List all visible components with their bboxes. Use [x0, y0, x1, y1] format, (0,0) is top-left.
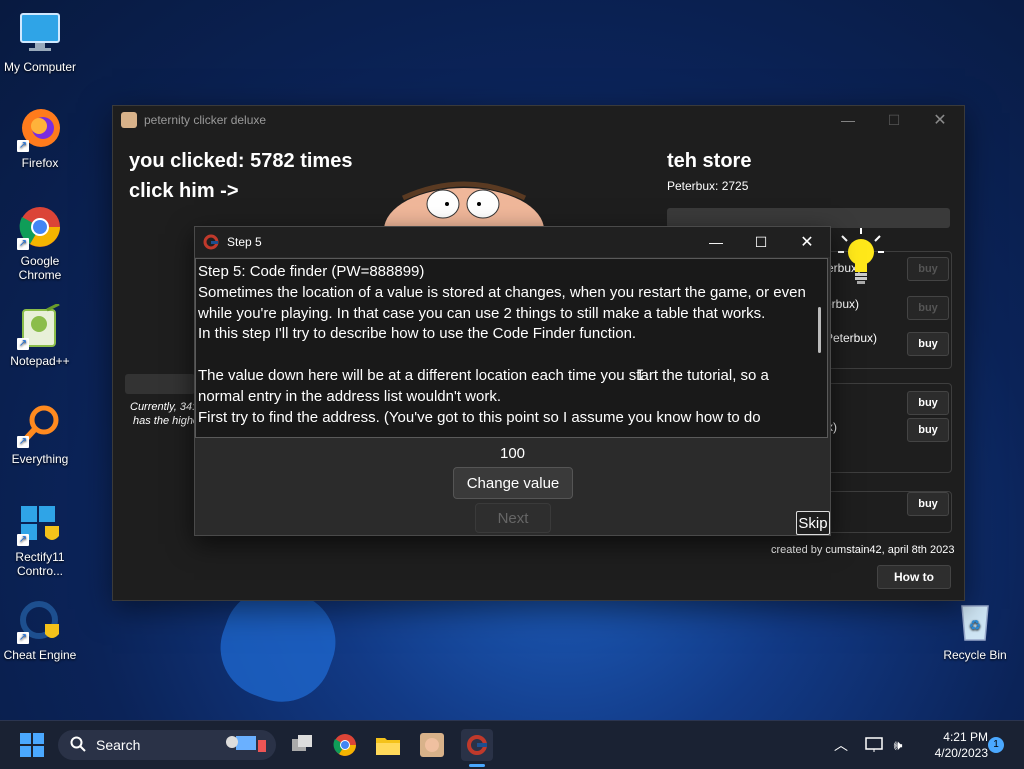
desktop-icon-label: Firefox: [21, 156, 59, 170]
next-button[interactable]: Next: [475, 503, 551, 533]
tutorial-text-line: The value down here will be at a differe…: [198, 366, 774, 405]
change-value-button[interactable]: Change value: [453, 467, 573, 499]
buy-button[interactable]: buy: [907, 257, 949, 281]
desktop-icon-label: Cheat Engine: [3, 648, 77, 662]
shortcut-arrow-icon: ↗: [17, 534, 29, 546]
desktop-icon-label: Recycle Bin: [943, 648, 1007, 662]
step5-dialog: Step 5 — ☐ ✕ Step 5: Code finder (PW=888…: [194, 226, 831, 536]
buy-button[interactable]: buy: [907, 296, 949, 320]
cheat-engine-taskbar-icon[interactable]: [461, 729, 493, 761]
tutorial-text-line: Sometimes the location of a value is sto…: [198, 283, 811, 322]
peter-app-icon: [121, 112, 137, 128]
desktop-icon-notepadpp[interactable]: ↗ Notepad++: [0, 302, 80, 368]
shortcut-arrow-icon: ↗: [17, 632, 29, 644]
skip-button[interactable]: Skip: [796, 511, 830, 535]
cheat-engine-icon: [203, 234, 219, 250]
monitor-icon: [17, 10, 63, 56]
recycle-bin-icon: ♻: [952, 598, 998, 644]
desktop-icon-label: My Computer: [3, 60, 77, 74]
peter-clicker-taskbar-icon[interactable]: [416, 729, 448, 761]
file-explorer-icon[interactable]: [372, 729, 404, 761]
desktop-icon-chrome[interactable]: ↗ Google Chrome: [0, 204, 80, 282]
store-title: teh store: [667, 150, 752, 172]
peter-head-image[interactable]: [383, 180, 545, 228]
clock-date: 4/20/2023: [934, 746, 988, 760]
buy-button[interactable]: buy: [907, 492, 949, 516]
dialog-title: Step 5: [227, 235, 262, 249]
tutorial-text-line: [198, 345, 809, 366]
dialog-close-button[interactable]: ✕: [784, 227, 830, 257]
search-highlight-icon: [222, 732, 270, 759]
tutorial-text-area[interactable]: Step 5: Code finder (PW=888899) Sometime…: [195, 258, 828, 438]
store-upgrade-bar[interactable]: [667, 208, 950, 228]
close-button[interactable]: ✕: [917, 106, 963, 134]
desktop-icon-label: Google Chrome: [18, 254, 62, 282]
windows-shield-icon: ↗: [17, 500, 63, 546]
firefox-icon: ↗: [17, 106, 63, 152]
taskbar: Search ︿ 🕪 4:21 PM 4/20/2023 1: [0, 720, 1024, 769]
minimize-button[interactable]: —: [825, 106, 871, 134]
desktop-icon-everything[interactable]: ↗ Everything: [0, 402, 80, 466]
tutorial-text-line: In this step I'll try to describe how to…: [198, 325, 637, 343]
how-to-button[interactable]: How to: [877, 565, 951, 589]
shortcut-arrow-icon: ↗: [17, 238, 29, 250]
desktop-icon-label: Notepad++: [10, 354, 70, 368]
desktop-icon-label: Everything: [11, 452, 69, 466]
value-display: 100: [499, 445, 526, 462]
click-him-label: click him ->: [129, 180, 239, 202]
left-info-text-2: has the highe: [133, 415, 200, 427]
tutorial-text-line: First try to find the address. (You've g…: [198, 408, 761, 426]
buy-button[interactable]: buy: [907, 418, 949, 442]
shortcut-arrow-icon: ↗: [17, 436, 29, 448]
svg-text:♻: ♻: [969, 617, 982, 633]
notification-badge[interactable]: 1: [988, 737, 1004, 753]
lightbulb-icon: [838, 228, 884, 288]
shortcut-arrow-icon: ↗: [17, 338, 29, 350]
maximize-button[interactable]: ☐: [871, 106, 917, 134]
tutorial-text-line: Step 5: Code finder (PW=888899): [198, 263, 425, 280]
search-placeholder: Search: [96, 737, 141, 753]
desktop-icon-rectify11[interactable]: ↗ Rectify11 Contro...: [0, 500, 80, 578]
dialog-maximize-button[interactable]: ☐: [738, 227, 784, 257]
chevron-up-icon[interactable]: ︿: [825, 729, 857, 761]
desktop-icon-my-computer[interactable]: My Computer: [0, 10, 80, 74]
task-view-button[interactable]: [286, 729, 318, 761]
clicked-count: you clicked: 5782 times: [129, 150, 353, 172]
desktop-icon-label: Rectify11 Contro...: [15, 550, 65, 578]
buy-button[interactable]: buy: [907, 332, 949, 356]
search-box[interactable]: Search: [58, 730, 276, 760]
peterbux-count: Peterbux: 2725: [667, 179, 749, 193]
cheat-engine-icon: ↗: [17, 598, 63, 644]
magnifier-icon: ↗: [17, 402, 63, 448]
left-info-text: Currently, 34:: [130, 401, 196, 413]
desktop-icon-cheat-engine[interactable]: ↗ Cheat Engine: [0, 598, 80, 662]
text-cursor-icon: I: [636, 368, 645, 384]
chrome-icon: ↗: [17, 204, 63, 250]
clock-time: 4:21 PM: [943, 730, 988, 744]
dialog-minimize-button[interactable]: —: [693, 227, 739, 257]
store-item-text: Peterbux): [825, 331, 878, 345]
clicker-title: peternity clicker deluxe: [144, 113, 267, 127]
clock[interactable]: 4:21 PM 4/20/2023: [910, 729, 988, 761]
active-indicator: [469, 764, 485, 767]
shortcut-arrow-icon: ↗: [17, 140, 29, 152]
desktop-icon-recycle-bin[interactable]: ♻ Recycle Bin: [935, 598, 1015, 662]
credit-text: created by cumstain42, april 8th 2023: [771, 544, 955, 556]
buy-button[interactable]: buy: [907, 391, 949, 415]
left-side-bar: [125, 374, 195, 394]
search-icon: [70, 736, 86, 755]
notepadpp-icon: ↗: [17, 302, 63, 350]
text-scrollbar[interactable]: [818, 307, 821, 353]
chrome-taskbar-icon[interactable]: [329, 729, 361, 761]
start-button[interactable]: [16, 729, 48, 761]
desktop-icon-firefox[interactable]: ↗ Firefox: [0, 106, 80, 170]
